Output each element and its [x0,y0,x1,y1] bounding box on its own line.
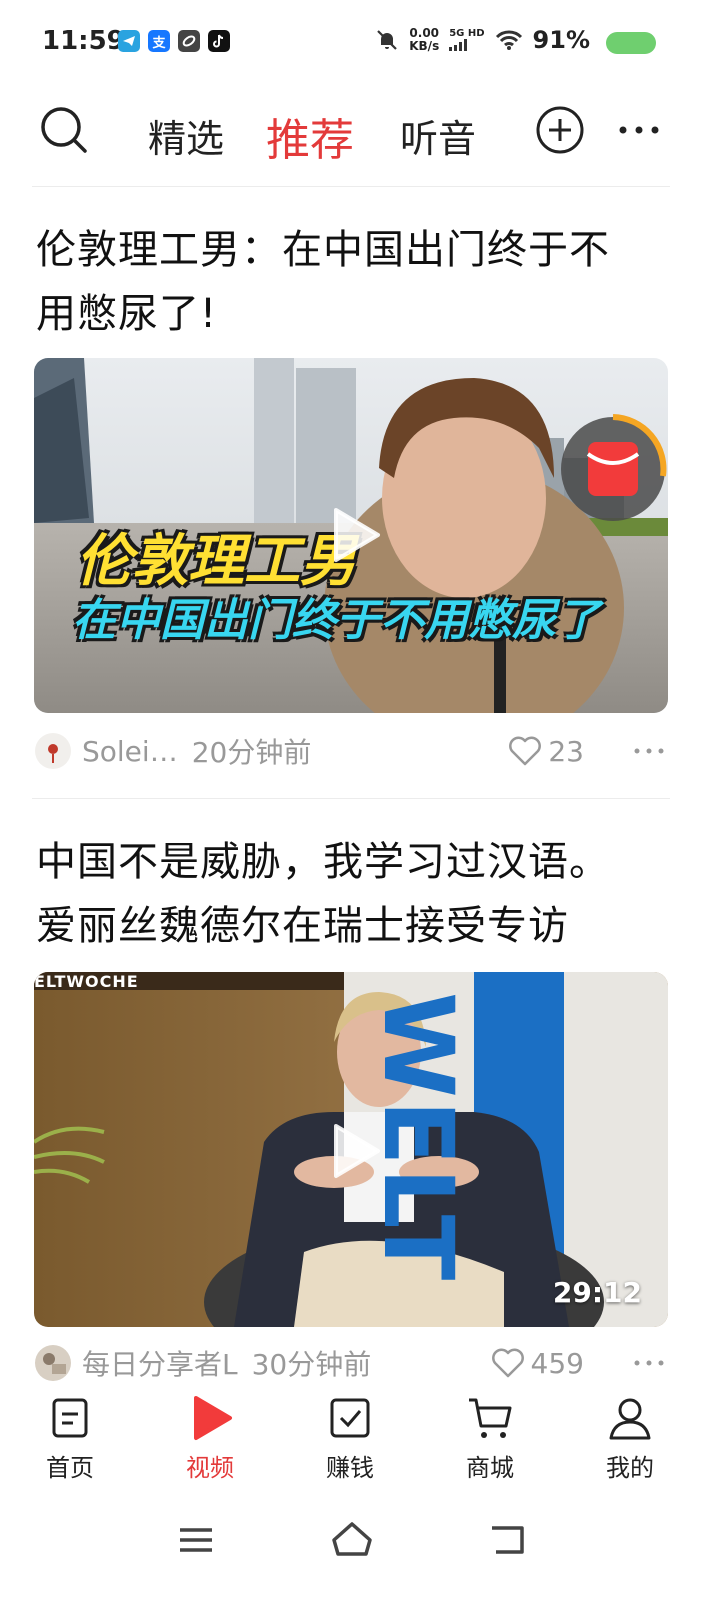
search-icon[interactable] [38,104,90,156]
menu-icon[interactable] [174,1518,218,1562]
card-title-line2: 用憋尿了! [36,291,218,337]
status-time: 11:59 [42,26,125,56]
telegram-icon [118,30,140,52]
tab-audio[interactable]: 听音 [400,108,476,163]
bottom-nav-label: 商城 [466,1454,514,1482]
signal-bars-icon [449,39,468,51]
status-bar: 11:59 支 0.00 KB/s 5G HD 91% [0,0,720,86]
bottom-nav-label: 视频 [186,1454,234,1482]
heart-icon [491,1348,524,1378]
bottom-nav-video[interactable]: 视频 [160,1394,260,1483]
battery-percent: 91% [532,26,590,54]
play-icon[interactable] [318,500,388,570]
mute-bell-icon [377,30,398,50]
heart-icon [509,736,542,766]
alipay-icon: 支 [148,30,170,52]
link-icon [178,30,200,52]
bottom-nav-mine[interactable]: 我的 [580,1394,680,1483]
more-icon[interactable] [632,1353,666,1373]
net-speed-unit: KB/s [409,39,440,53]
card-title[interactable]: 中国不是威胁，我学习过汉语。 爱丽丝魏德尔在瑞士接受专访 [36,830,676,958]
video-caption-bottom: 在中国出门终于不用憋尿了 [72,595,600,646]
wifi-icon [495,30,522,50]
bottom-nav-home[interactable]: 首页 [20,1394,120,1483]
more-icon[interactable] [616,110,662,150]
bottom-nav-label: 我的 [606,1454,654,1482]
video-play-icon [194,1396,232,1440]
top-nav: 精选 推荐 听音 [0,88,720,184]
card-title-line1: 中国不是威胁，我学习过汉语。 [36,839,610,885]
red-packet-icon[interactable] [558,414,668,524]
card-title-line2: 爱丽丝魏德尔在瑞士接受专访 [36,903,569,949]
home-icon[interactable] [330,1518,374,1562]
avatar[interactable] [34,1344,72,1382]
home-doc-icon [52,1398,88,1438]
like-button[interactable]: 459 [491,1347,584,1380]
video-thumbnail[interactable]: 伦敦理工男 在中国出门终于不用憋尿了 [34,358,668,713]
author-name[interactable]: 每日分享者L [82,1343,238,1383]
cart-icon [469,1398,512,1438]
person-icon [609,1398,651,1440]
tiktok-icon [208,30,230,52]
card-meta: Solei… 20分钟前 23 [34,726,668,776]
network-type: 5G HD [449,28,485,39]
bottom-nav-earn[interactable]: 赚钱 [300,1394,400,1483]
play-icon[interactable] [318,1116,388,1186]
post-time: 30分钟前 [251,1348,372,1381]
post-time: 20分钟前 [191,736,312,769]
card-title-line1: 伦敦理工男：在中国出门终于不 [36,227,610,273]
card-meta: 每日分享者L 30分钟前 459 [34,1338,668,1388]
app-screen: 11:59 支 0.00 KB/s 5G HD 91% 精选 推荐 听音 伦敦理… [0,0,720,1608]
check-box-icon [330,1398,370,1438]
status-app-icons: 支 [118,30,230,52]
video-watermark: ELTWOCHE [34,972,139,991]
video-duration: 29:12 [552,1276,642,1309]
tab-featured[interactable]: 精选 [148,108,224,163]
bottom-nav-label: 首页 [46,1454,94,1482]
bottom-nav-mall[interactable]: 商城 [440,1394,540,1483]
back-icon[interactable] [486,1518,530,1562]
net-speed: 0.00 KB/s [409,27,439,53]
cellular-signal: 5G HD [449,28,485,51]
video-thumbnail[interactable]: ELTWOCHE WELT 29:12 [34,972,668,1327]
like-count: 459 [530,1346,584,1380]
more-icon[interactable] [632,741,666,761]
bottom-nav: 首页 视频 赚钱 商城 我的 [0,1384,720,1496]
add-icon[interactable] [534,104,586,156]
like-button[interactable]: 23 [508,735,584,768]
nav-divider [32,186,670,187]
tab-recommended[interactable]: 推荐 [266,104,354,168]
system-nav-bar [0,1496,720,1608]
bottom-nav-label: 赚钱 [326,1454,374,1482]
like-count: 23 [548,734,584,768]
author-name[interactable]: Solei… [82,735,178,768]
card-title[interactable]: 伦敦理工男：在中国出门终于不 用憋尿了! [36,218,676,346]
battery-icon [606,32,656,54]
avatar[interactable] [34,732,72,770]
card-divider [32,798,670,799]
